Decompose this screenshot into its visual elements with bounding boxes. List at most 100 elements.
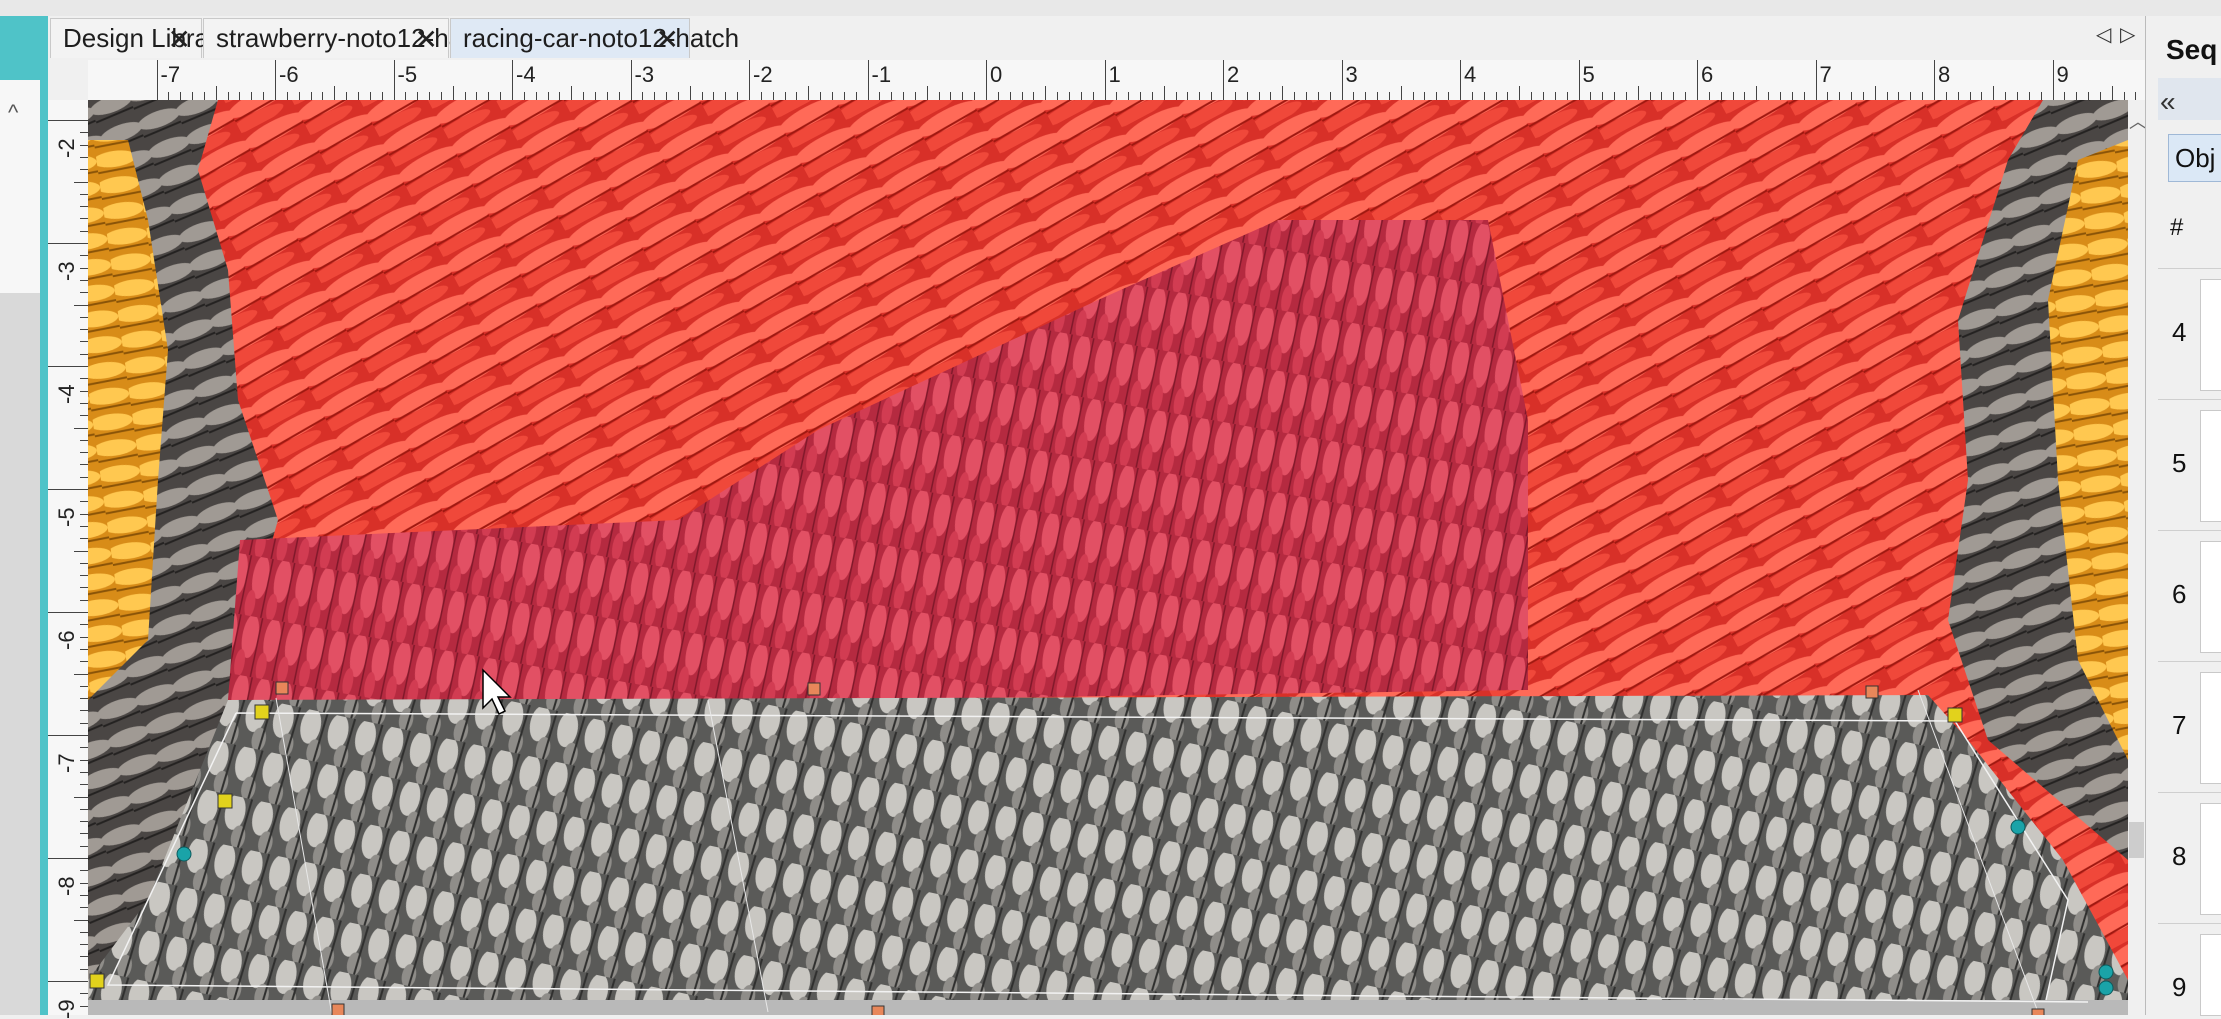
ruler-tick xyxy=(310,92,312,100)
tab-strawberry-noto12-hatch[interactable]: strawberry-noto12-hatch ✕ xyxy=(203,18,498,58)
control-node-angle[interactable] xyxy=(2031,1008,2045,1015)
ruler-tick xyxy=(1554,92,1556,100)
horizontal-ruler: -7 -6 -5 -4 -3 -2 -1 0 1 2 3 4 5 6 7 8 9 xyxy=(88,60,2145,101)
sequence-row[interactable]: 9 xyxy=(2158,923,2221,1016)
ruler-tick xyxy=(417,92,419,100)
ruler-tick xyxy=(2052,60,2054,100)
sequence-row[interactable]: 7 xyxy=(2158,661,2221,792)
tab-racing-car-noto12-hatch[interactable]: racing-car-noto12-hatch ✕ xyxy=(450,18,739,58)
ruler-tick xyxy=(80,230,88,232)
ruler-tick xyxy=(926,86,928,100)
ruler-tick xyxy=(986,60,987,100)
ruler-tick xyxy=(950,92,952,100)
sequence-row[interactable]: 8 xyxy=(2158,792,2221,923)
ruler-tick xyxy=(80,685,88,687)
ruler-tick xyxy=(1578,60,1580,100)
ruler-tick xyxy=(74,304,88,306)
ruler-tick xyxy=(80,206,88,208)
control-node-angle[interactable] xyxy=(807,682,821,696)
ruler-tick xyxy=(749,60,750,100)
ruler-tick xyxy=(583,92,585,100)
ruler-tick xyxy=(772,92,774,100)
ruler-tick xyxy=(80,931,88,933)
ruler-tick xyxy=(1424,92,1426,100)
ruler-tick xyxy=(1625,92,1627,100)
tab-design-library[interactable]: Design Library ✕ xyxy=(50,18,231,58)
chevron-up-icon[interactable]: ^ xyxy=(8,100,18,126)
ruler-tick xyxy=(80,1005,88,1007)
close-icon[interactable]: ✕ xyxy=(415,23,438,56)
ruler-tick xyxy=(1080,92,1082,100)
ruler-tick xyxy=(464,92,466,100)
control-node-angle[interactable] xyxy=(1865,685,1879,699)
ruler-tick xyxy=(1673,92,1675,100)
control-node-corner[interactable] xyxy=(217,793,233,809)
panel-title: Seq xyxy=(2166,34,2218,65)
scrollbar-thumb[interactable] xyxy=(2129,822,2144,858)
ruler-tick xyxy=(1377,92,1379,100)
ruler-tick xyxy=(1057,92,1059,100)
ruler-tick xyxy=(80,156,88,158)
embroidery-design-canvas[interactable] xyxy=(88,100,2128,1015)
ruler-tick xyxy=(725,92,727,100)
close-icon[interactable]: ✕ xyxy=(656,23,679,56)
sequence-row[interactable]: 4 xyxy=(2158,268,2221,399)
ruler-tick xyxy=(1151,92,1153,100)
ruler-tick xyxy=(760,92,762,100)
ruler-tick xyxy=(523,92,525,100)
control-node-angle[interactable] xyxy=(331,1003,345,1015)
close-icon[interactable]: ✕ xyxy=(168,23,191,56)
control-node-angle[interactable] xyxy=(871,1005,885,1015)
control-node-curve[interactable] xyxy=(176,846,192,862)
ruler-tick xyxy=(80,661,88,663)
tab-label: Obj xyxy=(2175,143,2216,173)
control-node-corner[interactable] xyxy=(254,704,270,720)
ruler-tick xyxy=(80,476,88,478)
ruler-tick xyxy=(80,771,88,773)
ruler-tick xyxy=(74,427,88,429)
ruler-tick xyxy=(80,267,88,269)
ruler-tick xyxy=(80,784,88,786)
ruler-tick xyxy=(784,92,786,100)
embroidery-artwork[interactable] xyxy=(88,100,2128,1015)
control-node-corner[interactable] xyxy=(89,973,105,989)
control-node-curve[interactable] xyxy=(2010,819,2026,835)
gray-lower-region[interactable] xyxy=(88,695,2128,1015)
sequence-row[interactable]: 5 xyxy=(2158,399,2221,530)
ruler-corner[interactable] xyxy=(48,60,89,101)
double-chevron-left-icon[interactable]: « xyxy=(2160,86,2176,118)
ruler-tick xyxy=(1886,92,1888,100)
ruler-tick xyxy=(48,489,88,490)
ruler-tick xyxy=(1993,86,1995,100)
ruler-tick xyxy=(80,894,88,896)
ruler-tick xyxy=(80,378,88,380)
ruler-tick xyxy=(618,92,620,100)
ruler-tick xyxy=(381,92,383,100)
ruler-tick xyxy=(1862,92,1864,100)
control-node-angle[interactable] xyxy=(275,681,289,695)
ruler-tick xyxy=(2135,92,2137,100)
ruler-tick xyxy=(654,92,656,100)
vertical-scrollbar[interactable]: ︿ xyxy=(2128,100,2147,1015)
ruler-tick xyxy=(1116,92,1118,100)
ruler-tick xyxy=(80,279,88,281)
ruler-label: -8 xyxy=(54,876,79,896)
control-node-curve[interactable] xyxy=(2098,980,2114,996)
ruler-tick xyxy=(938,92,940,100)
ruler-tick xyxy=(74,181,88,183)
ruler-tick xyxy=(594,92,596,100)
ruler-tick xyxy=(48,120,88,121)
ruler-tick xyxy=(1720,92,1722,100)
control-node-curve[interactable] xyxy=(2098,964,2114,980)
control-node-corner[interactable] xyxy=(1947,707,1963,723)
ruler-tick xyxy=(855,92,857,100)
design-canvas-area: -7 -6 -5 -4 -3 -2 -1 0 1 2 3 4 5 6 7 8 9 -2 -3 -4 -5 -6 -7 -8-… xyxy=(48,60,2147,1019)
tab-objects[interactable]: Obj xyxy=(2168,134,2221,182)
sequence-row[interactable]: 6 xyxy=(2158,530,2221,661)
title-strip xyxy=(0,0,2221,17)
ruler-tick xyxy=(80,255,88,257)
tab-next-icon[interactable]: ▷ xyxy=(2120,22,2135,47)
ruler-tick xyxy=(405,92,407,100)
ruler-tick xyxy=(1258,92,1260,100)
tab-prev-icon[interactable]: ◁ xyxy=(2096,22,2111,47)
